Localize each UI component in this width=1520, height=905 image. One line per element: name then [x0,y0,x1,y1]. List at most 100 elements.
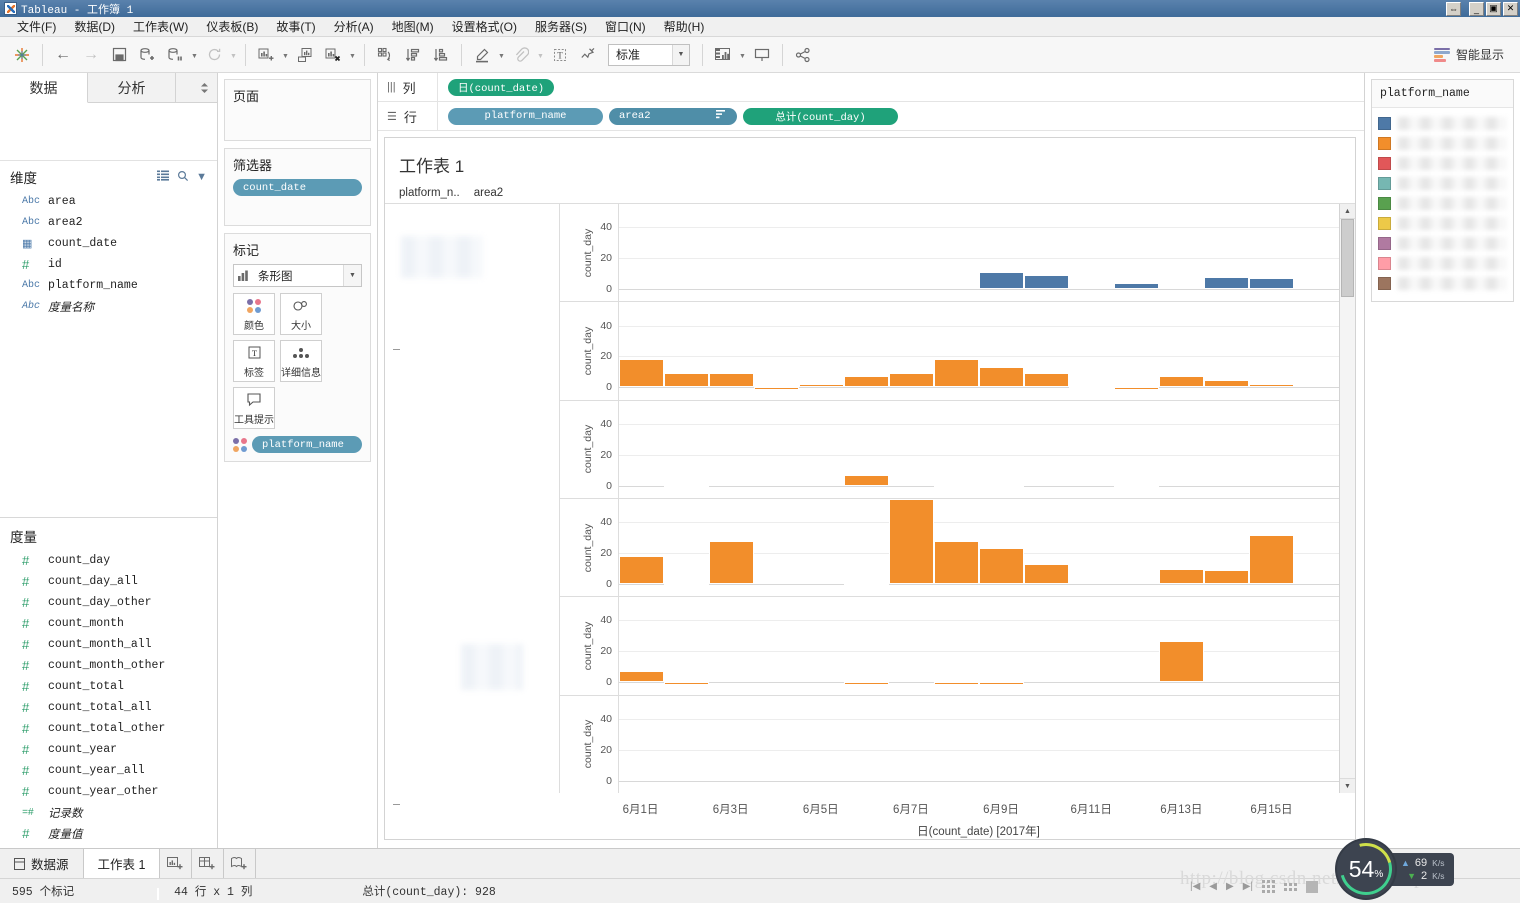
refresh-dropdown-caret[interactable]: ▼ [228,42,239,68]
marks-label-button[interactable]: T 标签 [233,340,275,382]
legend-item[interactable] [1378,173,1507,193]
bar[interactable] [664,485,709,488]
fit-dashboard-icon[interactable] [709,42,737,68]
panel-plot[interactable] [618,302,1339,400]
bar[interactable] [1249,278,1294,289]
measure-field-measure-values[interactable]: # 度量值 [0,823,217,844]
search-icon[interactable] [177,170,189,185]
close-button[interactable]: ✕ [1503,1,1518,16]
panel-plot[interactable] [618,498,1339,597]
bar[interactable] [664,682,709,685]
duplicate-sheet-icon[interactable] [291,42,319,68]
menu-item-dashboard[interactable]: 仪表板(B) [197,16,267,37]
new-worksheet-caret[interactable]: ▼ [280,42,291,68]
show-labels-icon[interactable]: T [546,42,574,68]
measure-field-count-day[interactable]: # count_day [0,550,217,571]
marks-pill-platform-name[interactable]: platform_name [252,436,362,453]
measure-field-count-total-all[interactable]: # count_total_all [0,697,217,718]
marks-color-button[interactable]: 颜色 [233,293,275,335]
mark-type-select[interactable]: 条形图 ▼ [233,264,362,287]
marks-tooltip-button[interactable]: 工具提示 [233,387,275,429]
fit-select[interactable]: 标准 ▼ [608,43,690,66]
share-icon[interactable] [789,42,817,68]
bar[interactable] [979,485,1024,488]
bar[interactable] [619,671,664,683]
menu-item-file[interactable]: 文件(F) [8,16,65,37]
group-caret[interactable]: ▼ [535,42,546,68]
data-pane-collapse-handle[interactable] [176,73,217,102]
pages-card[interactable]: 页面 [224,79,371,141]
bar[interactable] [979,548,1024,584]
bar[interactable] [619,556,664,584]
measure-field-count-year-other[interactable]: # count_year_other [0,781,217,802]
row-pill-platform-name[interactable]: platform_name [448,107,603,125]
bar[interactable] [799,384,844,388]
show-me-button[interactable]: 智能显示 [1433,46,1512,63]
bar[interactable] [1159,640,1204,683]
bar[interactable] [1249,534,1294,584]
bar[interactable] [1249,384,1294,388]
panel-plot[interactable] [618,204,1339,302]
legend-item[interactable] [1378,153,1507,173]
bar[interactable] [664,583,709,587]
menu-item-format[interactable]: 设置格式(O) [443,16,526,37]
bar[interactable] [979,682,1024,685]
marks-detail-button[interactable]: 详细信息 [280,340,322,382]
scroll-track[interactable] [1340,219,1355,778]
forward-button[interactable]: → [77,42,105,68]
maximize-button[interactable]: ▣ [1486,1,1501,16]
column-pill-count-date[interactable]: 日(count_date) [448,78,555,96]
filters-card[interactable]: 筛选器 count_date [224,148,371,226]
tableau-home-icon[interactable] [8,42,36,68]
bar[interactable] [934,359,979,388]
bar[interactable] [709,540,754,584]
bar[interactable] [1024,275,1069,289]
new-worksheet-icon[interactable] [252,42,280,68]
panel-plot[interactable] [618,597,1339,695]
bar[interactable] [1069,387,1114,390]
columns-shelf-dropzone[interactable]: 日(count_date) [438,73,1364,101]
menu-item-server[interactable]: 服务器(S) [526,16,596,37]
legend-item[interactable] [1378,233,1507,253]
bar[interactable] [1204,379,1249,388]
bar[interactable] [619,359,664,388]
scroll-down-button[interactable]: ▼ [1340,778,1355,793]
bar[interactable] [979,271,1024,289]
bar[interactable] [934,485,979,488]
legend-item[interactable] [1378,213,1507,233]
bar[interactable] [1024,563,1069,584]
data-source-tab[interactable]: 数据源 [0,849,84,878]
bar[interactable] [979,367,1024,388]
menu-item-data[interactable]: 数据(D) [65,16,124,37]
new-story-button[interactable] [224,849,257,878]
bar[interactable] [754,387,799,390]
rows-shelf[interactable]: ☰ 行 platform_name area2 总计(count_day) [378,102,1364,131]
bar[interactable] [1114,485,1159,488]
measure-field-count-month-all[interactable]: # count_month_all [0,634,217,655]
scroll-thumb[interactable] [1341,219,1354,297]
data-source-list[interactable] [0,103,217,161]
refresh-icon[interactable] [200,42,228,68]
group-members-icon[interactable] [507,42,535,68]
row-pill-sum-count-day[interactable]: 总计(count_day) [743,107,898,125]
mark-type-caret[interactable]: ▼ [343,265,361,286]
pause-dropdown-caret[interactable]: ▼ [189,42,200,68]
bar[interactable] [844,682,889,685]
measure-field-count-total[interactable]: # count_total [0,676,217,697]
dimension-field-area2[interactable]: Abc area2 [0,212,217,233]
fix-axes-icon[interactable] [574,42,602,68]
swap-rows-cols-icon[interactable] [371,42,399,68]
panel-plot[interactable] [618,400,1339,498]
bar[interactable] [934,682,979,685]
bar[interactable] [844,474,889,486]
sort-desc-icon[interactable] [427,42,455,68]
sort-asc-icon[interactable] [399,42,427,68]
tab-data[interactable]: 数据 [0,73,88,103]
bar[interactable] [1114,282,1159,289]
menu-item-analysis[interactable]: 分析(A) [325,16,383,37]
legend-item[interactable] [1378,193,1507,213]
legend-item[interactable] [1378,253,1507,273]
back-button[interactable]: ← [49,42,77,68]
sheet-tab-worksheet-1[interactable]: 工作表 1 [83,849,161,878]
measure-field-count-year[interactable]: # count_year [0,739,217,760]
